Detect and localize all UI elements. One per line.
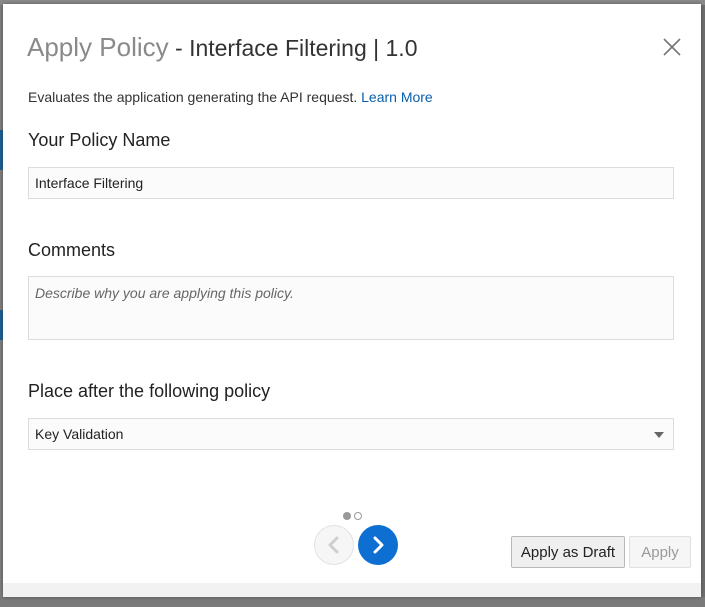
pagination-dot (354, 512, 362, 520)
comments-textarea[interactable] (28, 276, 674, 340)
pagination-dots (343, 512, 362, 520)
dialog-description: Evaluates the application generating the… (28, 89, 433, 105)
policy-name-input[interactable] (28, 167, 674, 199)
dialog-title-main: Apply Policy (27, 32, 169, 62)
close-icon (663, 38, 681, 56)
place-after-selected-value: Key Validation (35, 426, 124, 442)
learn-more-link[interactable]: Learn More (361, 89, 433, 105)
policy-name-label: Your Policy Name (28, 130, 171, 150)
previous-button[interactable] (314, 525, 354, 565)
dialog-footer-band (3, 583, 701, 597)
dialog-title-policy: - Interface Filtering | 1.0 (168, 35, 418, 61)
next-button[interactable] (358, 525, 398, 565)
pagination-dot-active (343, 512, 351, 520)
description-text: Evaluates the application generating the… (28, 89, 358, 105)
close-button[interactable] (659, 34, 685, 60)
apply-as-draft-button[interactable]: Apply as Draft (511, 536, 625, 568)
chevron-right-icon (373, 536, 384, 554)
apply-policy-dialog: Apply Policy - Interface Filtering | 1.0… (3, 4, 701, 597)
caret-down-icon (654, 432, 664, 438)
place-after-select[interactable]: Key Validation (28, 418, 674, 450)
background-overlay-bottom (0, 597, 705, 607)
comments-label: Comments (28, 240, 116, 260)
place-after-label: Place after the following policy (28, 381, 271, 401)
dialog-title: Apply Policy - Interface Filtering | 1.0 (27, 30, 417, 69)
chevron-left-icon (328, 536, 339, 554)
apply-button[interactable]: Apply (629, 536, 691, 568)
